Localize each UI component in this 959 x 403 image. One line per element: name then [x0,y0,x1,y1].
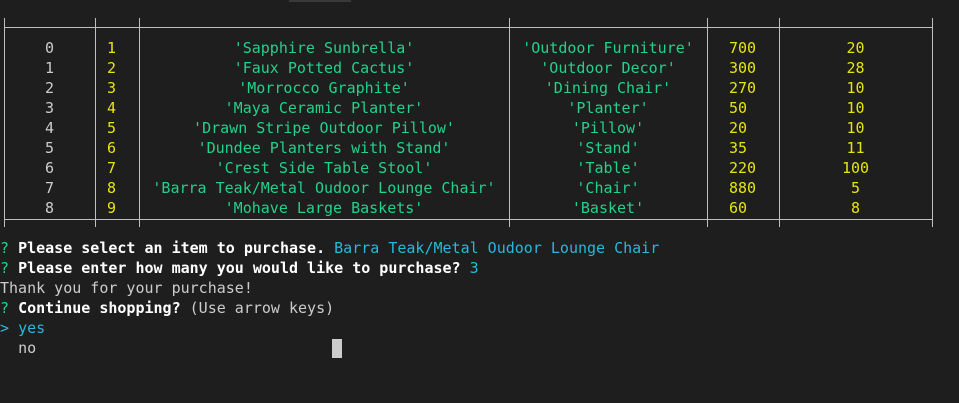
department-name-cell: 'Pillow' [571,119,645,137]
pointer-icon: > [0,319,10,337]
product-name-cell: 'Drawn Stripe Outdoor Pillow' [193,119,455,137]
stock-quantity-cell: 28 [846,59,865,77]
product-name-cell: 'Dundee Planters with Stand' [197,139,451,157]
row-index-cell: 5 [44,139,55,157]
table-header-divider [4,27,933,28]
department-name-cell: 'Planter' [567,99,649,117]
price-cell: 50 [729,99,748,117]
question-mark: ? [0,259,10,277]
stock-quantity-cell: 100 [841,159,870,177]
product-name-cell: 'Morrocco Graphite' [238,79,410,97]
department-name-cell: 'Dining Chair' [544,79,672,97]
department-name-cell: 'Table' [576,159,640,177]
select-item-label: Please select an item to purchase. [18,239,326,257]
price-cell: 20 [729,119,748,137]
question-mark: ? [0,299,10,317]
price-cell: 220 [729,159,757,177]
product-name-cell: 'Barra Teak/Metal Oudoor Lounge Chair' [152,179,496,197]
item-id-cell: 9 [107,199,117,217]
product-name-cell: 'Faux Potted Cactus' [233,59,415,77]
product-name-cell: 'Mohave Large Baskets' [224,199,424,217]
price-cell: 60 [729,199,748,217]
product-name-cell: 'Sapphire Sunbrella' [233,39,415,57]
table-row: 1 2 'Faux Potted Cactus' 'Outdoor Decor' 300… [0,58,959,78]
department-name-cell: 'Outdoor Decor' [540,59,676,77]
table-row: 5 6 'Dundee Planters with Stand' 'Stand' 35 1… [0,138,959,158]
price-cell: 35 [729,139,748,157]
terminal-window[interactable]: 0 1 'Sapphire Sunbrella' 'Outdoor Furniture… [0,0,959,403]
department-name-cell: 'Basket' [571,199,645,217]
option-no-label: no [18,339,37,357]
row-index-cell: 2 [44,79,55,97]
department-name-cell: 'Stand' [576,139,640,157]
select-item-answer: Barra Teak/Metal Oudoor Lounge Chair [334,239,660,257]
continue-prompt: ? Continue shopping? (Use arrow keys) [0,298,334,318]
item-id-cell: 8 [107,179,117,197]
row-index-cell: 6 [44,159,55,177]
continue-label: Continue shopping? [18,299,181,317]
table-row: 3 4 'Maya Ceramic Planter' 'Planter' 50 10 [0,98,959,118]
stock-quantity-cell: 11 [846,139,865,157]
price-cell: 700 [729,39,757,57]
stock-quantity-cell: 5 [850,179,861,197]
item-id-cell: 1 [107,39,117,57]
quantity-answer: 3 [469,259,479,277]
text-cursor [332,339,342,358]
select-item-prompt: ? Please select an item to purchase. Bar… [0,238,659,258]
row-index-cell: 7 [44,179,55,197]
stock-quantity-cell: 20 [846,39,865,57]
item-id-cell: 6 [107,139,117,157]
row-index-cell: 4 [44,119,55,137]
item-id-cell: 4 [107,99,117,117]
quantity-label: Please enter how many you would like to … [18,259,461,277]
table-row: 0 1 'Sapphire Sunbrella' 'Outdoor Furniture… [0,38,959,58]
department-name-cell: 'Outdoor Furniture' [522,39,694,57]
item-id-cell: 3 [107,79,117,97]
item-id-cell: 2 [107,59,117,77]
item-id-cell: 5 [107,119,117,137]
row-index-cell: 1 [44,59,55,77]
department-name-cell: 'Chair' [576,179,640,197]
table-row: 4 5 'Drawn Stripe Outdoor Pillow' 'Pillow' 2… [0,118,959,138]
table-row: 2 3 'Morrocco Graphite' 'Dining Chair' 270 10 [0,78,959,98]
table-bottom-border [4,219,933,220]
price-cell: 880 [729,179,757,197]
product-name-cell: 'Maya Ceramic Planter' [224,99,424,117]
option-no[interactable]: no [0,338,36,358]
quantity-prompt: ? Please enter how many you would like t… [0,258,479,278]
question-mark: ? [0,239,10,257]
stock-quantity-cell: 8 [850,199,861,217]
thanks-message: Thank you for your purchase! [0,279,253,297]
price-cell: 300 [729,59,757,77]
stock-quantity-cell: 10 [846,99,865,117]
continue-hint: (Use arrow keys) [189,299,335,317]
item-id-cell: 7 [107,159,117,177]
terminal-tab-indicator [289,0,351,2]
product-name-cell: 'Crest Side Table Stool' [215,159,433,177]
row-index-cell: 8 [44,199,55,217]
option-yes-label: yes [18,319,46,337]
table-row: 8 9 'Mohave Large Baskets' 'Basket' 60 8 [0,198,959,218]
price-cell: 270 [729,79,757,97]
option-yes[interactable]: > yes [0,318,45,338]
row-index-cell: 3 [44,99,55,117]
table-row: 7 8 'Barra Teak/Metal Oudoor Lounge Chair'… [0,178,959,198]
stock-quantity-cell: 10 [846,119,865,137]
stock-quantity-cell: 10 [846,79,865,97]
row-index-cell: 0 [44,39,55,57]
table-row: 6 7 'Crest Side Table Stool' 'Table' 220 100 [0,158,959,178]
